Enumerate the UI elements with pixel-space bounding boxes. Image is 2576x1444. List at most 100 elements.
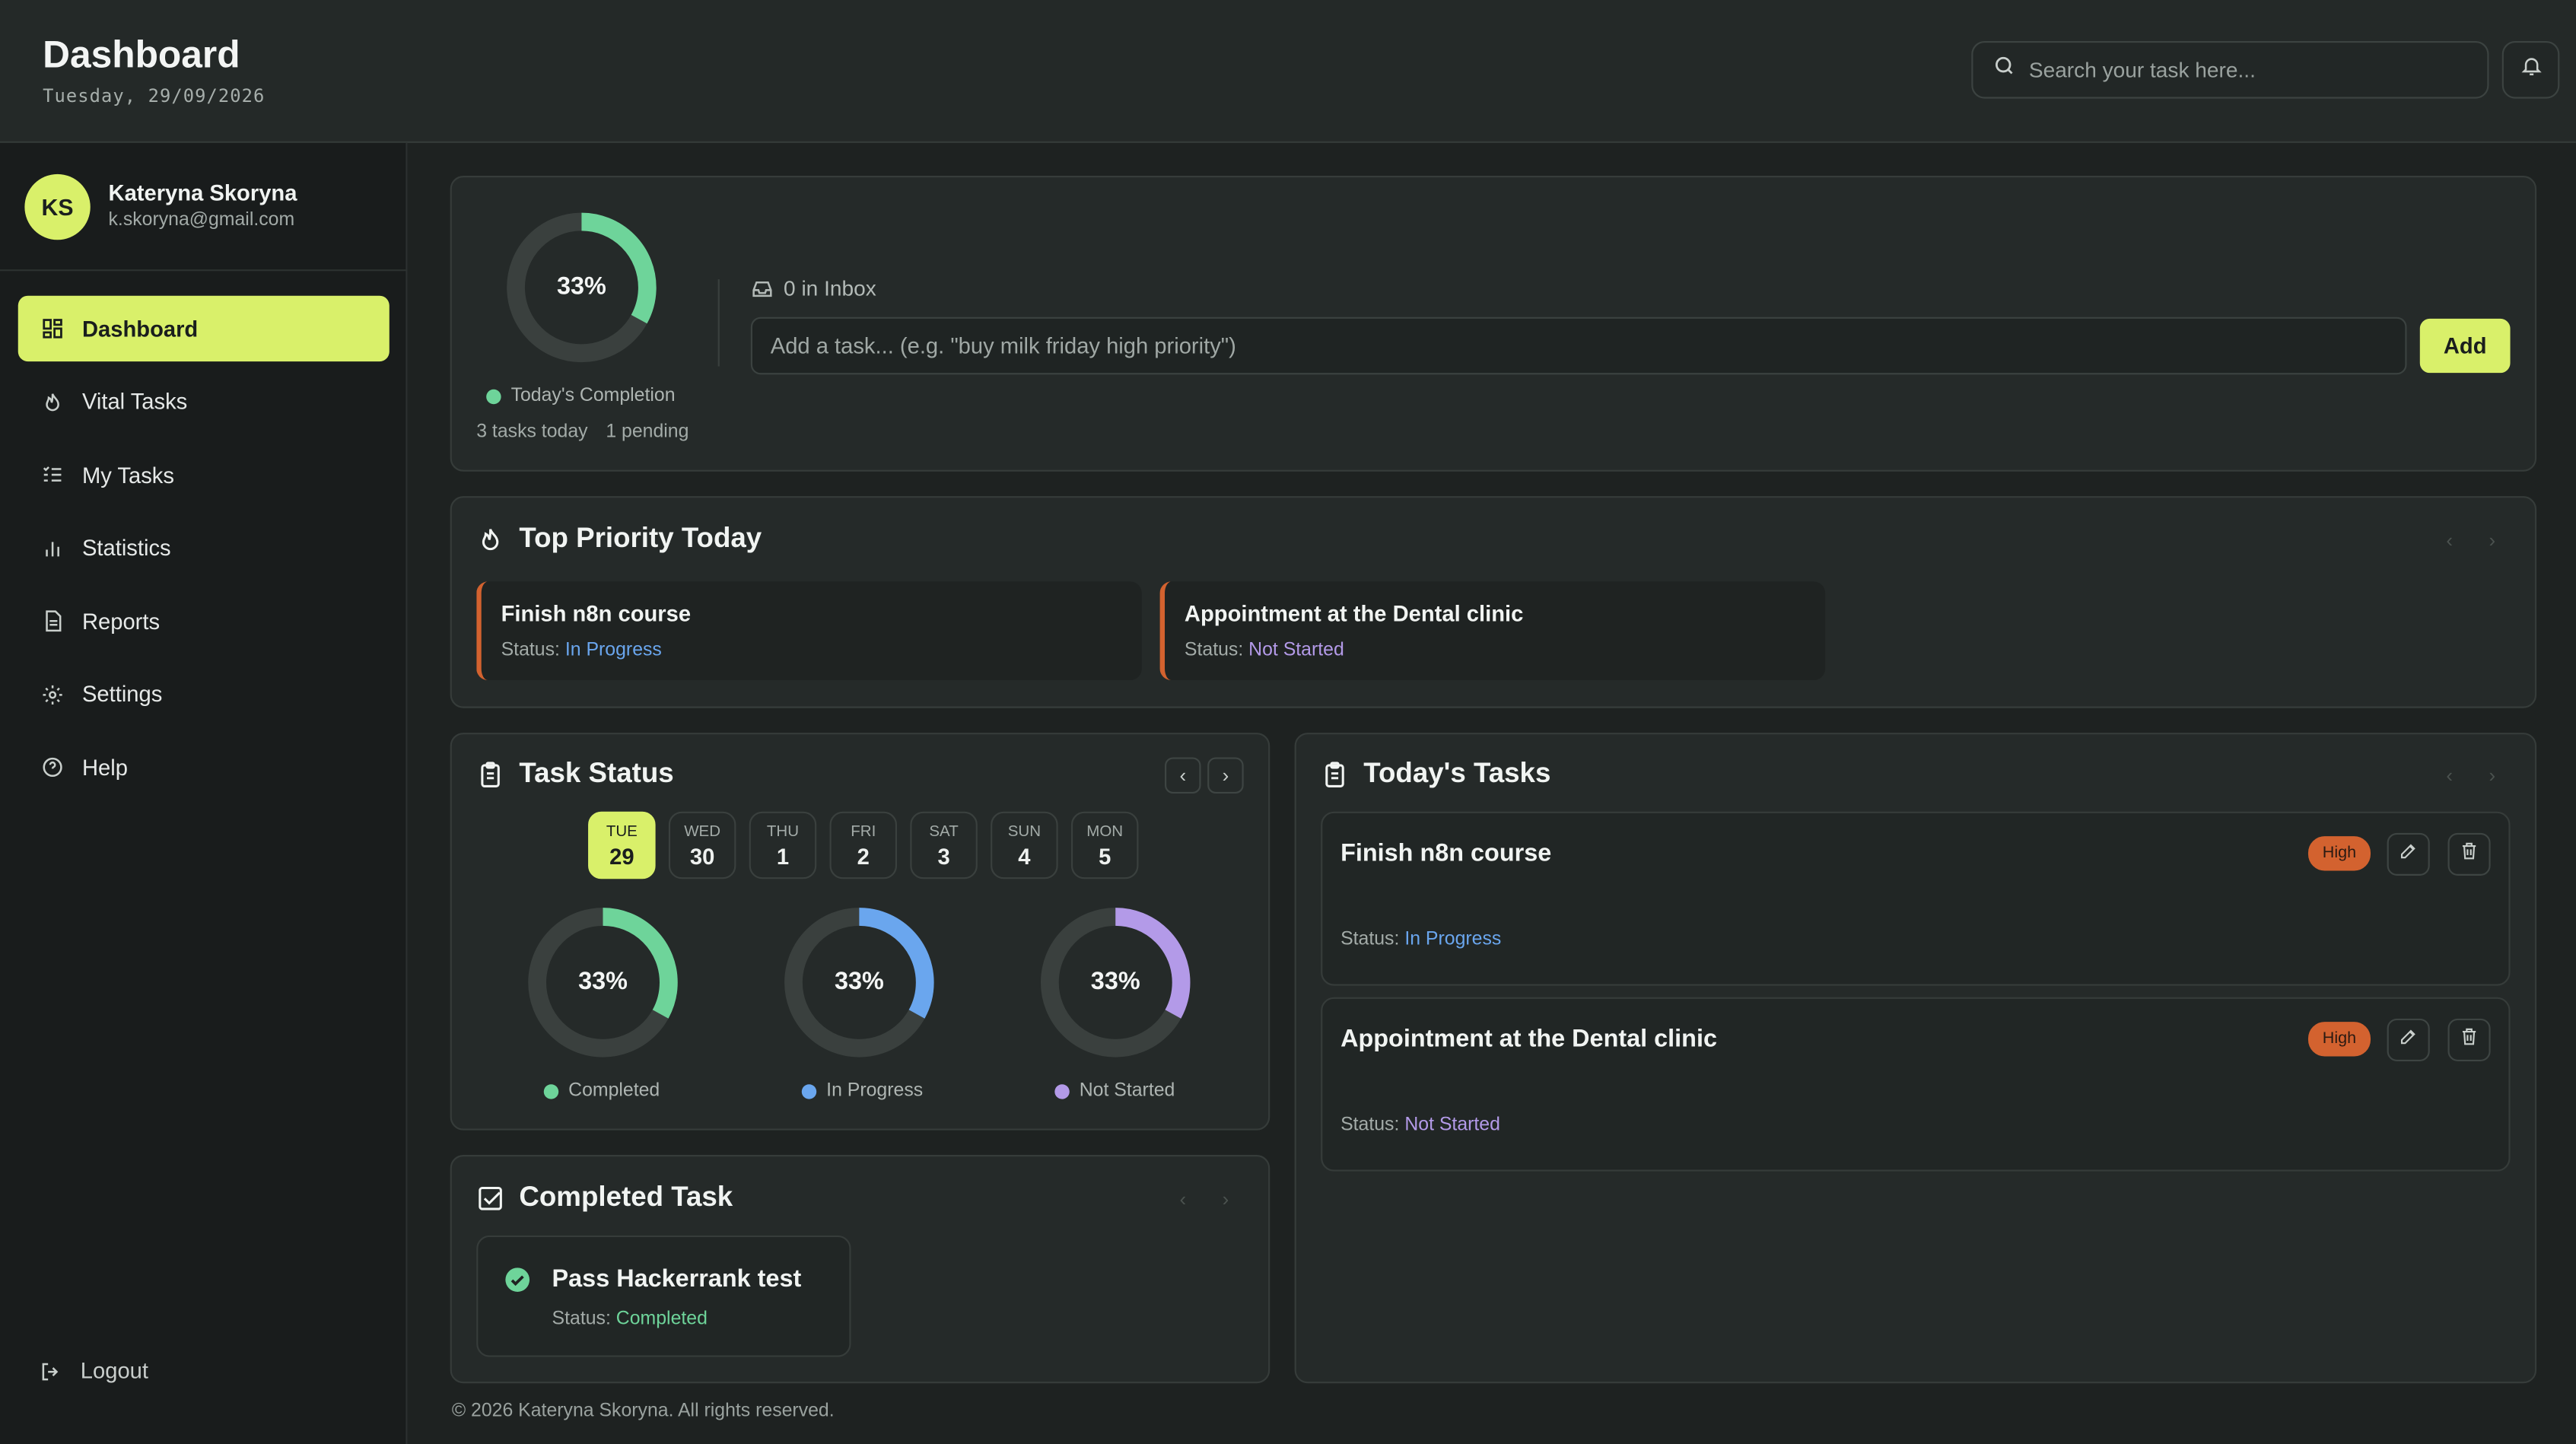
task-item[interactable]: Finish n8n course High Status: In Progre…	[1321, 811, 2511, 986]
check-circle-icon	[504, 1267, 531, 1301]
notifications-button[interactable]	[2501, 40, 2560, 99]
day-number: 1	[776, 843, 790, 869]
sidebar-item-my-tasks[interactable]: My Tasks	[18, 442, 390, 507]
top-priority-label: Top Priority Today	[519, 522, 762, 554]
completed-task-item[interactable]: Pass Hackerrank test Status: Completed	[476, 1235, 851, 1357]
next-arrow-icon[interactable]: ›	[1207, 1182, 1244, 1218]
day-chip[interactable]: SAT 3	[910, 811, 978, 879]
priority-item-title: Appointment at the Dental clinic	[1184, 601, 1524, 626]
footer-copyright: © 2026 Kateryna Skoryna. All rights rese…	[451, 1401, 835, 1421]
day-chip[interactable]: FRI 2	[829, 811, 898, 879]
bell-icon	[2519, 54, 2542, 85]
day-number: 3	[937, 843, 950, 869]
clipboard-icon	[476, 760, 504, 788]
delete-button[interactable]	[2447, 832, 2491, 876]
logout-label: Logout	[80, 1358, 148, 1384]
next-arrow-icon[interactable]: ›	[1207, 757, 1244, 794]
day-number: 30	[689, 843, 715, 869]
checklist-icon	[40, 463, 64, 487]
day-name: SUN	[1007, 822, 1042, 841]
sidebar-item-statistics[interactable]: Statistics	[18, 515, 390, 580]
day-name: MON	[1086, 822, 1124, 841]
day-chip[interactable]: THU 1	[749, 811, 817, 879]
priority-badge: High	[2307, 1022, 2371, 1057]
edit-button[interactable]	[2387, 1018, 2430, 1061]
search-input[interactable]	[2028, 57, 2457, 82]
ring-percent: 33%	[1090, 967, 1140, 996]
sidebar-item-dashboard[interactable]: Dashboard	[17, 295, 390, 362]
ring-legend: Not Started	[1054, 1081, 1175, 1101]
inbox-icon	[751, 277, 774, 300]
day-name: THU	[766, 822, 800, 841]
top-header: Dashboard Tuesday, 29/09/2026	[0, 0, 2576, 143]
sidebar-item-help[interactable]: Help	[18, 734, 390, 800]
sidebar-item-label: Vital Tasks	[81, 389, 188, 415]
sidebar-item-label: My Tasks	[81, 462, 174, 488]
legend-dot	[486, 388, 501, 404]
completion-percent: 33%	[557, 272, 606, 301]
day-name: SAT	[929, 822, 959, 841]
task-status-title: Task Status	[476, 757, 674, 790]
day-selector: TUE 29 WED 30 THU 1 FRI 2 SAT 3 SUN 4 MON 5	[588, 811, 1139, 879]
day-number: 29	[609, 843, 634, 869]
search-box[interactable]	[1971, 40, 2489, 99]
flame-icon	[476, 525, 504, 553]
status-label: Status:	[1340, 930, 1400, 950]
completion-legend: Today's Completion	[486, 386, 676, 406]
add-task-button[interactable]: Add	[2419, 318, 2511, 374]
logout-icon	[40, 1360, 62, 1382]
ring-legend: Completed	[543, 1081, 660, 1101]
document-icon	[40, 609, 64, 633]
status-value: Not Started	[1248, 641, 1344, 661]
sidebar-item-vital-tasks[interactable]: Vital Tasks	[18, 369, 390, 434]
pencil-icon	[2399, 839, 2419, 869]
user-profile[interactable]: KS Kateryna Skoryna k.skoryna@gmail.com	[0, 143, 408, 272]
priority-item-status: Status: Not Started	[1185, 641, 1825, 660]
edit-button[interactable]	[2387, 832, 2430, 876]
logout-button[interactable]: Logout	[40, 1359, 148, 1383]
status-label: Status:	[501, 641, 560, 661]
prev-arrow-icon[interactable]: ‹	[2431, 757, 2468, 794]
day-chip[interactable]: MON 5	[1070, 811, 1139, 879]
day-chip[interactable]: WED 30	[668, 811, 736, 879]
next-arrow-icon[interactable]: ›	[2474, 523, 2511, 559]
status-label: Status:	[1340, 1115, 1400, 1136]
prev-arrow-icon[interactable]: ‹	[1165, 1182, 1201, 1218]
header-date: Tuesday, 29/09/2026	[43, 85, 266, 107]
ring-percent: 33%	[834, 967, 884, 996]
priority-item[interactable]: Appointment at the Dental clinic Status:…	[1159, 581, 1826, 680]
priority-item-status: Status: In Progress	[501, 641, 1142, 660]
prev-arrow-icon[interactable]: ‹	[1165, 757, 1201, 794]
day-number: 2	[857, 843, 870, 869]
avatar: KS	[24, 173, 91, 240]
sidebar-item-reports[interactable]: Reports	[18, 588, 390, 654]
legend-dot	[1054, 1083, 1070, 1099]
day-chip[interactable]: TUE 29	[588, 811, 656, 879]
completed-item-status: Status: Completed	[552, 1309, 708, 1329]
inbox-count: 0 in Inbox	[751, 276, 876, 301]
day-number: 5	[1099, 843, 1111, 869]
task-title: Finish n8n course	[1340, 839, 1552, 868]
top-priority-title: Top Priority Today	[476, 523, 762, 555]
sidebar-item-settings[interactable]: Settings	[18, 661, 390, 727]
trash-icon	[2460, 1025, 2479, 1054]
search-icon	[1992, 54, 2015, 85]
sidebar-item-label: Statistics	[81, 535, 171, 561]
status-label: Status:	[1184, 641, 1244, 661]
sidebar: KS Kateryna Skoryna k.skoryna@gmail.com …	[0, 142, 408, 1444]
add-task-input[interactable]	[750, 316, 2407, 375]
priority-badge: High	[2307, 836, 2371, 871]
task-item[interactable]: Appointment at the Dental clinic High St…	[1321, 997, 2511, 1172]
delete-button[interactable]	[2447, 1018, 2491, 1061]
sidebar-item-label: Reports	[81, 609, 161, 634]
day-chip[interactable]: SUN 4	[991, 811, 1058, 879]
inbox-label: 0 in Inbox	[784, 275, 876, 301]
priority-item[interactable]: Finish n8n course Status: In Progress	[476, 581, 1142, 680]
priority-pager: ‹ ›	[2431, 523, 2511, 559]
user-email: k.skoryna@gmail.com	[108, 210, 295, 231]
tasks-today-count: 3 tasks today	[476, 421, 588, 442]
task-status: Status: Not Started	[1340, 1115, 1500, 1135]
prev-arrow-icon[interactable]: ‹	[2431, 523, 2468, 559]
next-arrow-icon[interactable]: ›	[2474, 757, 2511, 794]
status-label: Status:	[552, 1309, 611, 1329]
